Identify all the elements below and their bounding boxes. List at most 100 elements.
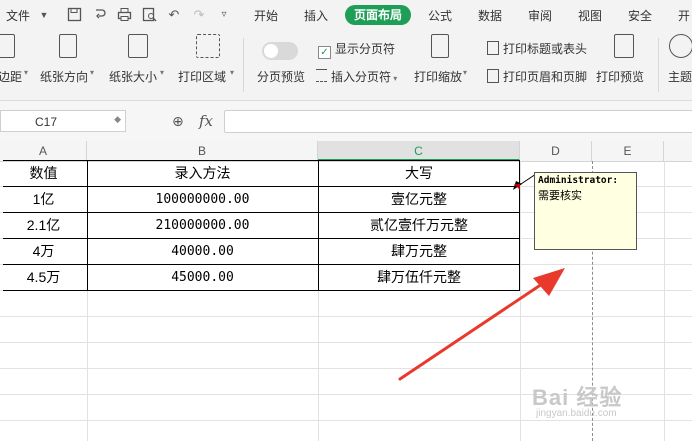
formula-bar: C17 ◆ ⊕ fx bbox=[0, 101, 692, 142]
theme-icon bbox=[669, 34, 692, 58]
chevron-down-icon: ◆ bbox=[114, 114, 121, 124]
zoom-search-icon[interactable]: ⊕ bbox=[172, 113, 184, 130]
gridline bbox=[0, 420, 692, 421]
tab-view[interactable]: 视图 bbox=[578, 7, 602, 24]
table-cell[interactable]: 100000000.00 bbox=[87, 187, 318, 212]
orientation-icon bbox=[59, 34, 77, 58]
file-dropdown-icon[interactable]: ▼ bbox=[36, 7, 52, 23]
name-box-value: C17 bbox=[35, 115, 58, 129]
formula-input[interactable] bbox=[224, 110, 692, 133]
table-cell[interactable]: 4.5万 bbox=[0, 265, 87, 290]
table-cell[interactable]: 贰亿壹仟万元整 bbox=[318, 213, 520, 238]
table-cell[interactable]: 壹亿元整 bbox=[318, 187, 520, 212]
name-box[interactable]: C17 ◆ bbox=[0, 110, 126, 132]
print-scaling-dropdown-icon[interactable]: ▾ bbox=[463, 68, 467, 77]
orientation-dropdown-icon[interactable]: ▾ bbox=[90, 68, 94, 77]
ribbon-separator bbox=[658, 38, 659, 92]
print-header-footer-button[interactable]: 打印页眉和页脚 bbox=[487, 68, 587, 85]
paper-size-icon bbox=[128, 34, 148, 58]
print-titles-icon bbox=[487, 41, 499, 55]
column-header-d[interactable]: D bbox=[520, 141, 592, 161]
margins-button[interactable]: 边距 bbox=[0, 34, 22, 84]
print-area-icon bbox=[196, 34, 220, 58]
tab-page-layout[interactable]: 页面布局 bbox=[345, 5, 412, 25]
print-titles-button[interactable]: 打印标题或表头 bbox=[487, 40, 587, 57]
column-header-c[interactable]: C bbox=[318, 141, 520, 161]
annotation-arrow bbox=[398, 268, 565, 381]
column-header-b[interactable]: B bbox=[87, 141, 318, 161]
print-preview-icon bbox=[614, 34, 634, 58]
print-scaling-button[interactable]: 打印缩放 bbox=[414, 34, 462, 84]
header-footer-icon bbox=[487, 69, 499, 83]
margins-label: 边距 bbox=[0, 70, 23, 84]
page-break-icon bbox=[316, 69, 327, 82]
print-scaling-label: 打印缩放 bbox=[414, 70, 463, 84]
redo-icon[interactable]: ↷ bbox=[191, 7, 207, 23]
checkbox-checked-icon: ✓ bbox=[318, 46, 331, 59]
ribbon: 边距 ▾ 纸张方向 ▾ 纸张大小 ▾ 打印区域 ▾ 分页预览 ✓ 显示分页符 插入… bbox=[0, 30, 692, 101]
page-break-preview-label[interactable]: 分页预览 bbox=[257, 68, 305, 85]
print-preview-label: 打印预览 bbox=[596, 70, 645, 84]
undo-icon[interactable]: ↶ bbox=[166, 7, 182, 23]
show-page-breaks-checkbox[interactable]: ✓ 显示分页符 bbox=[318, 40, 395, 59]
column-header-e[interactable]: E bbox=[592, 141, 664, 161]
quick-access-more-icon[interactable]: ▿ bbox=[216, 7, 232, 23]
baidu-watermark-url: jingyan.baidu.com bbox=[536, 408, 617, 419]
tab-insert[interactable]: 插入 bbox=[304, 7, 328, 24]
file-menu[interactable]: 文件 bbox=[6, 7, 30, 24]
ribbon-separator bbox=[243, 38, 244, 92]
print-header-footer-label: 打印页眉和页脚 bbox=[503, 70, 588, 84]
print-area-dropdown-icon[interactable]: ▾ bbox=[230, 68, 234, 77]
table-cell[interactable]: 4万 bbox=[0, 239, 87, 264]
tab-security[interactable]: 安全 bbox=[628, 7, 652, 24]
insert-function-icon[interactable]: fx bbox=[199, 112, 213, 130]
cell-comment[interactable]: Administrator: 需要核实 bbox=[534, 172, 637, 250]
insert-page-break-label: 插入分页符 bbox=[331, 70, 392, 84]
column-header-a[interactable]: A bbox=[0, 141, 87, 161]
print-area-label: 打印区域 bbox=[178, 70, 227, 84]
print-titles-label: 打印标题或表头 bbox=[503, 42, 588, 56]
header-cell-value[interactable]: 数值 bbox=[0, 161, 87, 186]
tab-home[interactable]: 开始 bbox=[254, 7, 278, 24]
tab-formulas[interactable]: 公式 bbox=[428, 7, 452, 24]
table-cell[interactable]: 45000.00 bbox=[87, 265, 318, 290]
orientation-label: 纸张方向 bbox=[40, 70, 89, 84]
theme-button[interactable]: 主题 bbox=[666, 34, 692, 84]
tab-more[interactable]: 开 bbox=[678, 7, 690, 24]
table-cell[interactable]: 210000000.00 bbox=[87, 213, 318, 238]
gridline bbox=[664, 161, 665, 441]
table-cell[interactable]: 40000.00 bbox=[87, 239, 318, 264]
menu-bar: 文件 ▼ ↶ ↷ ▿ 开始 插入 页面布局 公式 数据 审阅 视图 安全 开 bbox=[0, 0, 692, 30]
insert-page-break-button[interactable]: 插入分页符 ▾ bbox=[316, 68, 397, 85]
margins-icon bbox=[0, 34, 15, 58]
gridline bbox=[0, 368, 692, 369]
theme-label: 主题 bbox=[668, 70, 692, 84]
print-preview-button[interactable]: 打印预览 bbox=[596, 34, 644, 84]
table-cell[interactable]: 1亿 bbox=[0, 187, 87, 212]
print-icon[interactable] bbox=[116, 7, 132, 23]
paper-size-dropdown-icon[interactable]: ▾ bbox=[160, 68, 164, 77]
show-page-breaks-label: 显示分页符 bbox=[335, 42, 396, 56]
page-break-preview-toggle[interactable] bbox=[262, 42, 298, 60]
print-scaling-icon bbox=[431, 34, 449, 58]
print-area-button[interactable]: 打印区域 bbox=[178, 34, 228, 84]
comment-text: 需要核实 bbox=[538, 190, 582, 202]
header-cell-uppercase[interactable]: 大写 bbox=[318, 161, 520, 186]
gridline bbox=[0, 316, 692, 317]
insert-page-break-dropdown-icon: ▾ bbox=[391, 74, 398, 83]
table-cell[interactable]: 2.1亿 bbox=[0, 213, 87, 238]
paper-size-label: 纸张大小 bbox=[109, 70, 158, 84]
tab-data[interactable]: 数据 bbox=[478, 7, 502, 24]
print-preview-small-icon[interactable] bbox=[141, 7, 157, 23]
paper-size-button[interactable]: 纸张大小 bbox=[109, 34, 158, 84]
table-cell[interactable]: 肆万元整 bbox=[318, 239, 520, 264]
comment-author: Administrator: bbox=[538, 175, 619, 186]
tab-review[interactable]: 审阅 bbox=[528, 7, 552, 24]
orientation-button[interactable]: 纸张方向 bbox=[40, 34, 88, 84]
column-headers: A B C D E bbox=[0, 141, 692, 162]
export-icon[interactable] bbox=[92, 7, 108, 23]
gridline bbox=[0, 342, 692, 343]
header-cell-input-method[interactable]: 录入方法 bbox=[87, 161, 318, 186]
save-icon[interactable] bbox=[66, 7, 82, 23]
margins-dropdown-icon[interactable]: ▾ bbox=[24, 68, 28, 77]
